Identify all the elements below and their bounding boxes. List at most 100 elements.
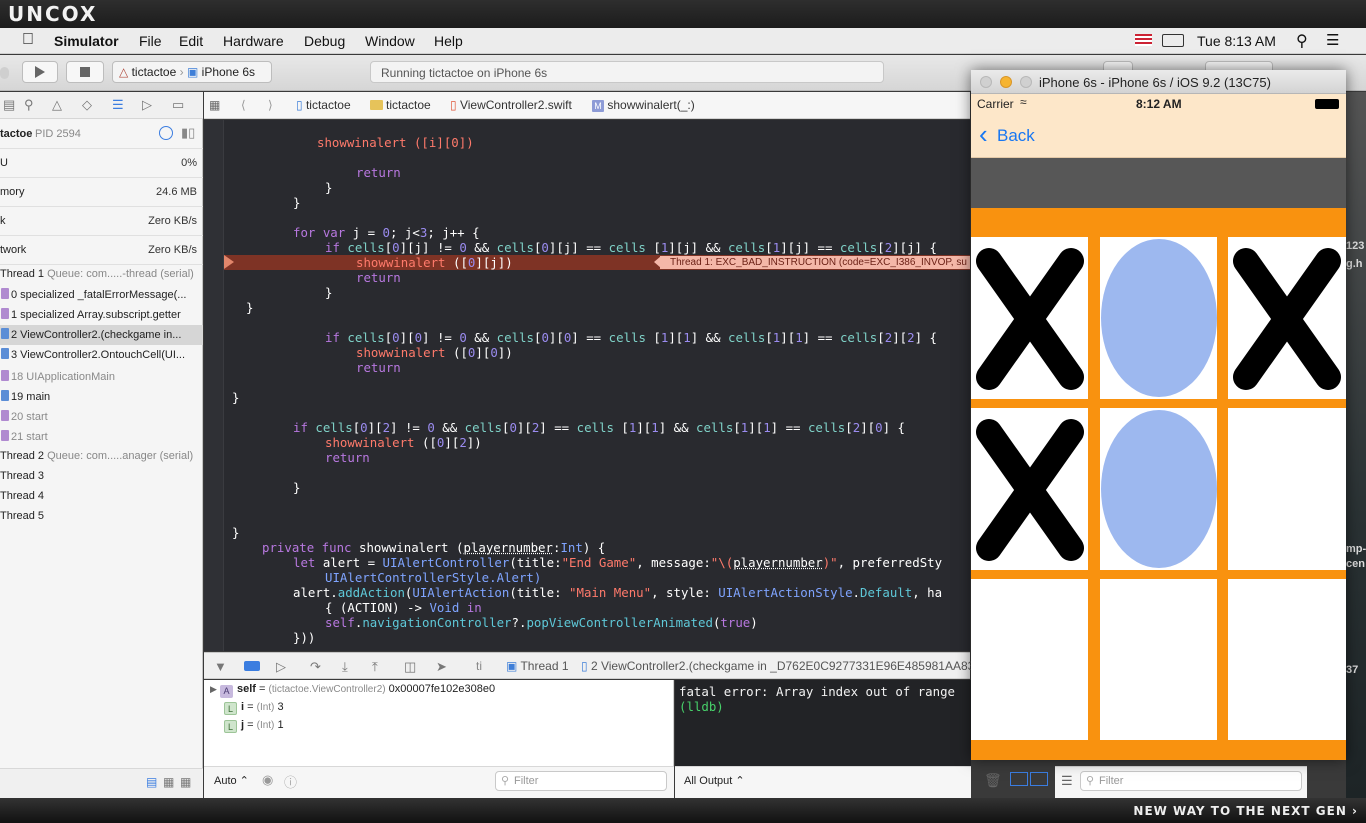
- debug-thread-crumb[interactable]: ▣ Thread 1: [506, 659, 569, 673]
- stop-button[interactable]: [66, 61, 104, 83]
- view-icon[interactable]: ▦: [180, 775, 191, 789]
- forward-icon[interactable]: ⟩: [268, 98, 273, 112]
- spotlight-icon[interactable]: ⚲: [1296, 31, 1308, 51]
- step-out-icon[interactable]: ⤒: [372, 659, 378, 675]
- search-icon[interactable]: ⚲: [24, 97, 34, 113]
- memory-gauge[interactable]: mory 24.6 MB: [0, 178, 203, 207]
- editor-gutter[interactable]: [204, 120, 224, 651]
- board-cell[interactable]: [971, 237, 1088, 399]
- stack-frame[interactable]: 0 specialized _fatalErrorMessage(...: [0, 285, 203, 305]
- stack-frame[interactable]: 1 specialized Array.subscript.getter: [0, 305, 203, 325]
- variable-row[interactable]: Li = (Int) 3: [224, 701, 284, 719]
- breadcrumb-group[interactable]: tictactoe: [370, 98, 431, 112]
- variable-row[interactable]: Lj = (Int) 1: [224, 719, 284, 737]
- board-cell[interactable]: [971, 579, 1088, 740]
- scheme-selector[interactable]: △ tictactoe › ▣ iPhone 6s: [112, 61, 272, 83]
- back-button[interactable]: Back: [997, 126, 1035, 146]
- menu-app-name[interactable]: Simulator: [54, 33, 119, 49]
- stack-frame[interactable]: 19 main: [0, 387, 203, 407]
- window-control-icon[interactable]: [0, 67, 9, 79]
- stack-frame[interactable]: 3 ViewController2.OntouchCell(UI...: [0, 345, 203, 365]
- board-cell[interactable]: [1228, 237, 1346, 399]
- stack-frame-selected[interactable]: 2 ViewController2.(checkgame in...: [0, 325, 203, 345]
- hide-debug-area-icon[interactable]: ▼: [214, 659, 227, 674]
- thread-row[interactable]: Thread 3: [0, 467, 203, 487]
- menu-help[interactable]: Help: [434, 33, 463, 49]
- breakpoint-icon[interactable]: ▷: [142, 97, 152, 113]
- flag-icon[interactable]: [1135, 34, 1152, 46]
- network-gauge[interactable]: twork Zero KB/s: [0, 236, 203, 265]
- run-button[interactable]: [22, 61, 58, 83]
- board-cell[interactable]: [971, 408, 1088, 570]
- filter-icon[interactable]: ▤: [146, 775, 157, 789]
- location-icon[interactable]: ➤: [436, 659, 447, 675]
- variables-mode-selector[interactable]: Auto ⌃: [214, 774, 249, 787]
- test-icon[interactable]: ◇: [82, 97, 92, 113]
- instruction-pointer-icon[interactable]: [224, 255, 234, 269]
- error-badge[interactable]: Thread 1: EXC_BAD_INSTRUCTION (code=EXC_…: [660, 256, 970, 269]
- debug-navigator-icon[interactable]: ☰: [112, 97, 124, 113]
- warning-icon[interactable]: △: [52, 97, 62, 113]
- step-in-icon[interactable]: ⤓: [342, 659, 348, 675]
- cpu-gauge[interactable]: U 0%: [0, 149, 203, 178]
- back-chevron-icon[interactable]: ‹: [979, 119, 988, 149]
- menu-debug[interactable]: Debug: [304, 33, 345, 49]
- continue-icon[interactable]: ▷: [276, 659, 286, 675]
- breadcrumb-project[interactable]: ▯ tictactoe: [296, 98, 351, 112]
- notification-center-icon[interactable]: ☰: [1326, 31, 1339, 49]
- view-icon[interactable]: ▦: [163, 775, 174, 789]
- apple-icon[interactable]: : [22, 31, 34, 49]
- debug-console[interactable]: fatal error: Array index out of range (l…: [675, 680, 971, 766]
- gauge-icon[interactable]: [159, 126, 173, 140]
- stack-frame[interactable]: 21 start: [0, 427, 203, 447]
- view-options-icon[interactable]: ▮▯: [181, 125, 195, 141]
- menu-window[interactable]: Window: [365, 33, 415, 49]
- thread-row[interactable]: Thread 4: [0, 487, 203, 507]
- menu-hardware[interactable]: Hardware: [223, 33, 284, 49]
- related-items-icon[interactable]: ▦: [209, 98, 220, 112]
- board-cell[interactable]: [1100, 237, 1217, 399]
- debug-frame-crumb[interactable]: ▯ 2 ViewController2.(checkgame in _D762E…: [581, 659, 974, 673]
- view-hierarchy-icon[interactable]: ◫: [404, 659, 416, 675]
- trash-icon[interactable]: 🗑: [984, 772, 1002, 789]
- stack-frame[interactable]: 18 UIApplicationMain: [0, 367, 203, 387]
- source-editor[interactable]: Thread 1: EXC_BAD_INSTRUCTION (code=EXC_…: [204, 120, 970, 651]
- back-icon[interactable]: ⟨: [241, 98, 246, 112]
- thread-row[interactable]: Thread 1 Queue: com.....-thread (serial): [0, 265, 203, 285]
- breadcrumb-method[interactable]: M showwinalert(_:): [592, 98, 695, 112]
- menu-file[interactable]: File: [139, 33, 162, 49]
- board-cell[interactable]: [1100, 579, 1217, 740]
- report-icon[interactable]: ▭: [172, 97, 184, 113]
- stack-frame[interactable]: 20 start: [0, 407, 203, 427]
- breakpoints-toggle-icon[interactable]: [244, 661, 260, 671]
- library-filter-field[interactable]: ⚲ Filter: [1080, 771, 1302, 791]
- zoom-icon[interactable]: [1020, 76, 1032, 88]
- menu-edit[interactable]: Edit: [179, 33, 203, 49]
- simulator-title-bar[interactable]: iPhone 6s - iPhone 6s / iOS 9.2 (13C75): [971, 70, 1346, 94]
- info-icon[interactable]: ⓘ: [284, 772, 297, 791]
- split-console-icon[interactable]: [1010, 772, 1028, 786]
- debug-breadcrumb-prefix[interactable]: ti: [476, 659, 482, 673]
- step-over-icon[interactable]: ↷: [310, 659, 321, 675]
- code-line: if cells[0][j] != 0 && cells[0][j] == ce…: [325, 240, 937, 255]
- minimize-icon[interactable]: [1000, 76, 1012, 88]
- board-cell[interactable]: [1228, 408, 1346, 570]
- breadcrumb-file[interactable]: ▯ ViewController2.swift: [450, 98, 572, 112]
- close-icon[interactable]: [980, 76, 992, 88]
- output-filter-selector[interactable]: All Output ⌃: [684, 774, 745, 787]
- menu-clock[interactable]: Tue 8:13 AM: [1197, 33, 1276, 49]
- display-icon[interactable]: [1162, 34, 1184, 47]
- process-row[interactable]: tactoe PID 2594 ▮▯: [0, 121, 203, 149]
- board-cell[interactable]: [1228, 579, 1346, 740]
- board-cell[interactable]: [1100, 408, 1217, 570]
- show-types-icon[interactable]: ◉: [262, 772, 273, 788]
- list-icon[interactable]: ☰: [1061, 773, 1073, 789]
- variable-row[interactable]: ▶ Aself = (tictactoe.ViewController2) 0x…: [210, 683, 495, 701]
- folder-icon[interactable]: ▤: [3, 97, 15, 113]
- split-variables-icon[interactable]: [1030, 772, 1048, 786]
- disclosure-triangle-icon[interactable]: ▶: [210, 684, 217, 694]
- disk-gauge[interactable]: k Zero KB/s: [0, 207, 203, 236]
- thread-row[interactable]: Thread 2 Queue: com.....anager (serial): [0, 447, 203, 467]
- thread-row[interactable]: Thread 5: [0, 507, 203, 527]
- variables-filter-field[interactable]: ⚲ Filter: [495, 771, 667, 791]
